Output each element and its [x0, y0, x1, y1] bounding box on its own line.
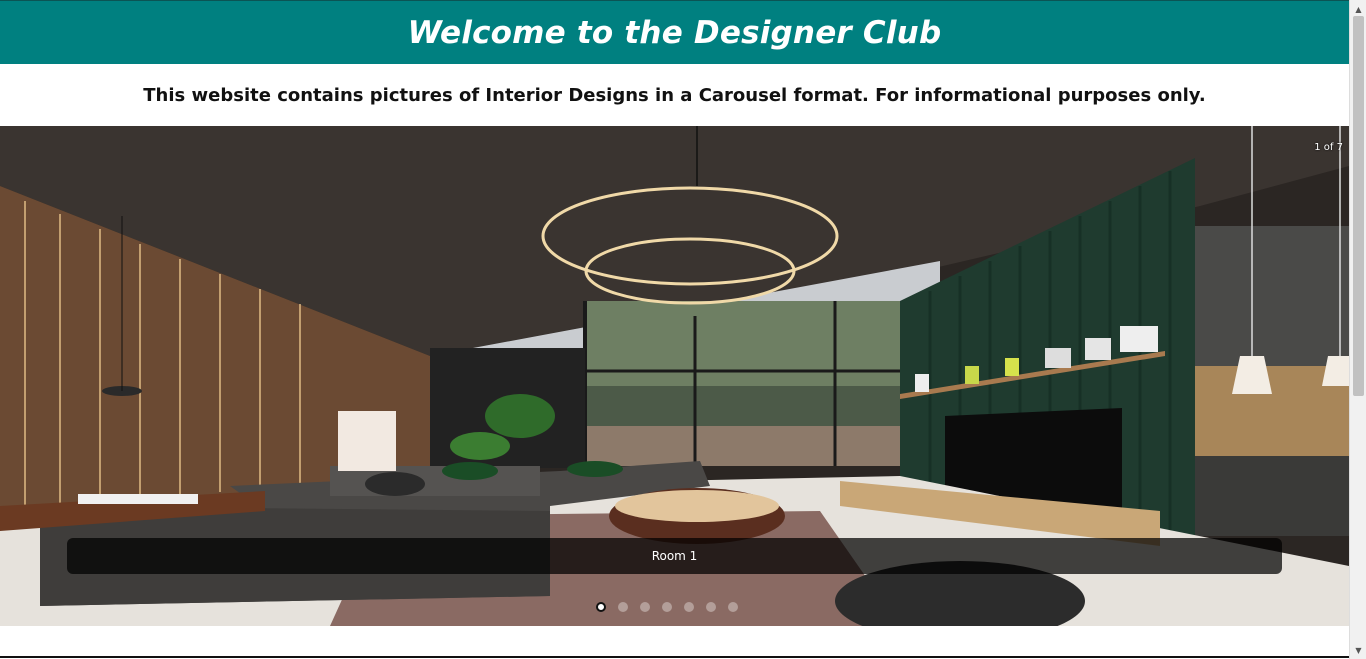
carousel-dot-6[interactable] — [706, 602, 716, 612]
intro-text: This website contains pictures of Interi… — [143, 84, 1206, 106]
carousel-dot-7[interactable] — [728, 602, 738, 612]
carousel-indicators — [596, 602, 738, 614]
scroll-down-arrow-icon[interactable]: ▼ — [1350, 643, 1366, 657]
site-header: Welcome to the Designer Club — [0, 0, 1349, 64]
page-title: Welcome to the Designer Club — [407, 14, 942, 51]
carousel-dot-4[interactable] — [662, 602, 672, 612]
carousel-dot-3[interactable] — [640, 602, 650, 612]
page: Welcome to the Designer Club This websit… — [0, 0, 1366, 659]
slide-caption: Room 1 — [67, 538, 1282, 574]
intro-banner: This website contains pictures of Interi… — [0, 64, 1349, 126]
carousel-dot-5[interactable] — [684, 602, 694, 612]
scrollbar-thumb[interactable] — [1353, 16, 1364, 396]
scroll-up-arrow-icon[interactable]: ▲ — [1350, 2, 1366, 16]
image-carousel[interactable]: 1 of 7 Room 1 — [0, 126, 1349, 626]
vertical-scrollbar[interactable]: ▲ ▼ — [1349, 0, 1366, 659]
slide-caption-text: Room 1 — [651, 549, 698, 563]
page-divider — [0, 656, 1349, 658]
slide-counter: 1 of 7 — [1314, 142, 1343, 153]
carousel-dot-2[interactable] — [618, 602, 628, 612]
carousel-dot-1[interactable] — [596, 602, 606, 612]
